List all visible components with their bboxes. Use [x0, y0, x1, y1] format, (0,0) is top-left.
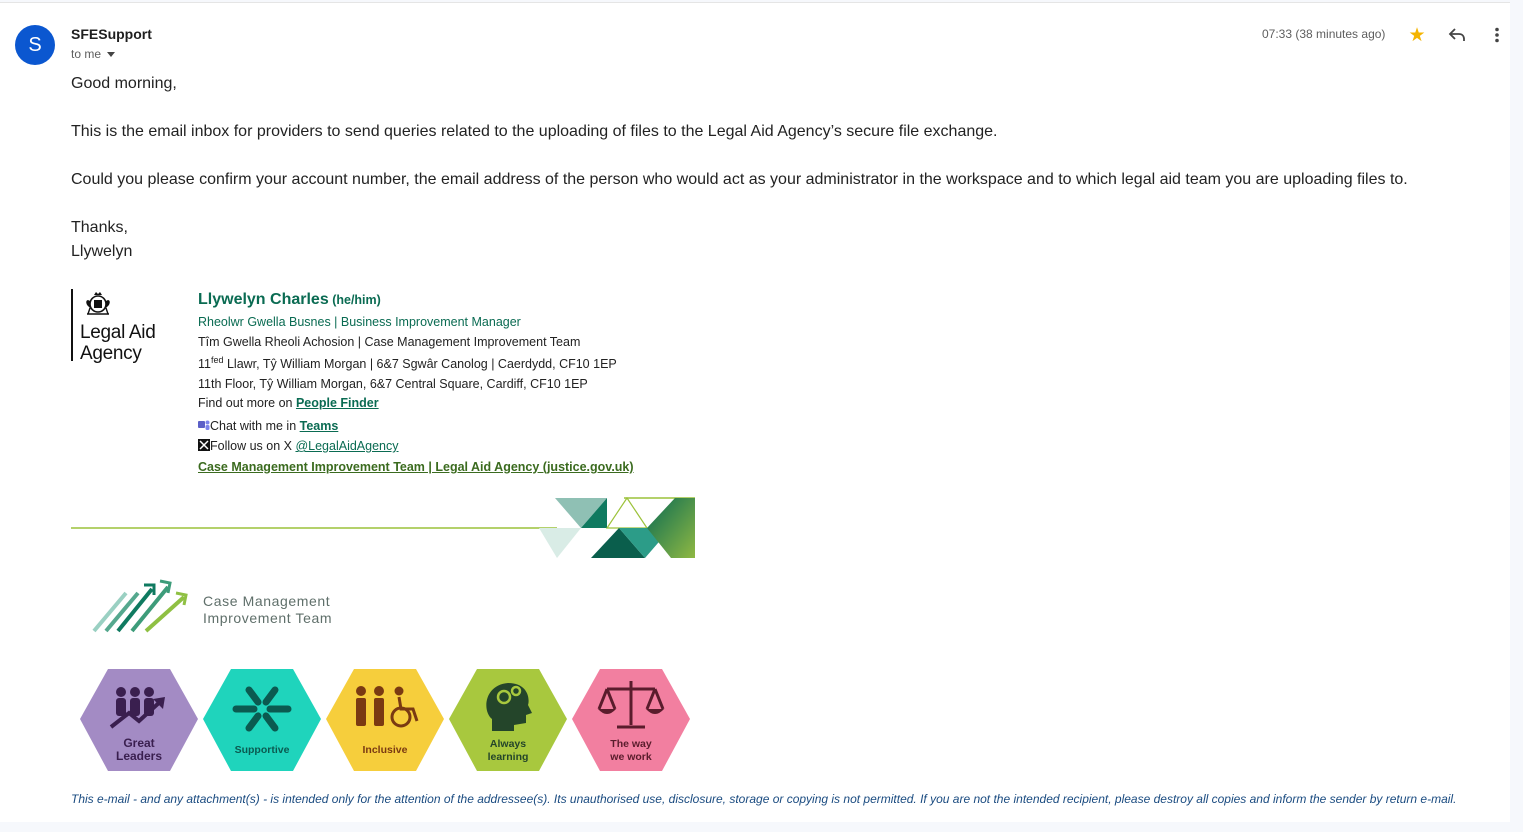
signature-pronouns: (he/him)	[332, 293, 381, 307]
body-paragraph-1: This is the email inbox for providers to…	[71, 123, 998, 140]
value-label: we work	[609, 751, 652, 763]
more-vert-icon[interactable]	[1485, 23, 1509, 47]
cmit-logo-text-line-2: Improvement Team	[203, 610, 333, 626]
star-icon[interactable]: ★	[1405, 23, 1429, 47]
team-page-line: Case Management Improvement Team | Legal…	[198, 460, 634, 474]
logo-text-line-2: Agency	[80, 343, 142, 364]
address-floor-suffix: fed	[210, 355, 224, 365]
signature-address-welsh: 11fed Llawr, Tŷ William Morgan | 6&7 Sgw…	[198, 355, 617, 371]
value-label: Always	[490, 738, 526, 750]
signoff-name: Llywelyn	[71, 243, 133, 260]
value-the-way-we-work: The waywe work	[572, 669, 690, 771]
value-great-leaders: GreatLeaders	[80, 669, 198, 771]
x-logo-icon	[198, 439, 210, 451]
value-label: Leaders	[116, 749, 162, 763]
values-hexagons: GreatLeaders Supportive Inclusive Alwayslea…	[80, 669, 690, 771]
royal-crest-icon	[86, 292, 110, 315]
timestamp: 07:33 (38 minutes ago)	[1262, 27, 1386, 41]
follow-x-line: Follow us on X @LegalAidAgency	[198, 439, 399, 453]
team-page-link[interactable]: Case Management Improvement Team | Legal…	[198, 460, 634, 474]
recipient-details-toggle[interactable]: to me	[71, 47, 116, 61]
signature-address-english: 11th Floor, Tŷ William Morgan, 6&7 Centr…	[198, 377, 588, 391]
cmit-arrows-logo	[92, 579, 188, 633]
signature-team: Tîm Gwella Rheoli Achosion | Case Manage…	[198, 335, 581, 349]
cmit-logo-text-line-1: Case Management	[203, 593, 331, 609]
value-label: Great	[123, 736, 154, 750]
signature-name: Llywelyn Charles	[198, 291, 329, 308]
address-welsh-rest: Llawr, Tŷ William Morgan | 6&7 Sgwâr Can…	[223, 357, 617, 372]
chevron-down-icon	[107, 52, 116, 57]
sender-name[interactable]: SFESupport	[71, 26, 152, 42]
body-paragraph-2: Could you please confirm your account nu…	[71, 171, 1408, 188]
signature-role: Rheolwr Gwella Busnes | Business Improve…	[198, 315, 521, 329]
follow-x-prefix: Follow us on X	[210, 439, 296, 453]
value-label: The way	[610, 738, 652, 750]
value-label: Inclusive	[363, 744, 408, 756]
value-label: Supportive	[235, 744, 290, 756]
signature-banner-graphic	[71, 496, 695, 558]
people-finder-line: Find out more on People Finder	[198, 396, 379, 410]
recipient-label: to me	[71, 47, 102, 61]
email-message: S SFESupport to me 07:33 (38 minutes ago…	[0, 2, 1510, 822]
teams-chat-prefix: Chat with me in	[210, 419, 300, 433]
teams-icon	[198, 420, 210, 430]
avatar[interactable]: S	[15, 25, 55, 65]
reply-icon[interactable]	[1445, 23, 1469, 47]
value-inclusive: Inclusive	[326, 669, 444, 771]
disclaimer: This e-mail - and any attachment(s) - is…	[71, 792, 1457, 806]
teams-chat-line: Chat with me in Teams	[198, 419, 338, 433]
signature-name-line: Llywelyn Charles (he/him)	[198, 291, 381, 309]
x-handle-link[interactable]: @LegalAidAgency	[295, 439, 398, 453]
people-finder-prefix: Find out more on	[198, 396, 296, 410]
address-floor-number: 11	[198, 357, 211, 372]
greeting: Good morning,	[71, 75, 177, 92]
value-supportive: Supportive	[203, 669, 321, 771]
logo-text-line-1: Legal Aid	[80, 322, 156, 343]
value-label: learning	[488, 751, 529, 763]
legal-aid-agency-logo: Legal Aid Agency	[71, 289, 181, 364]
teams-link[interactable]: Teams	[300, 419, 339, 433]
people-finder-link[interactable]: People Finder	[296, 396, 379, 410]
signoff: Thanks,	[71, 219, 128, 236]
value-always-learning: Alwayslearning	[449, 669, 567, 771]
